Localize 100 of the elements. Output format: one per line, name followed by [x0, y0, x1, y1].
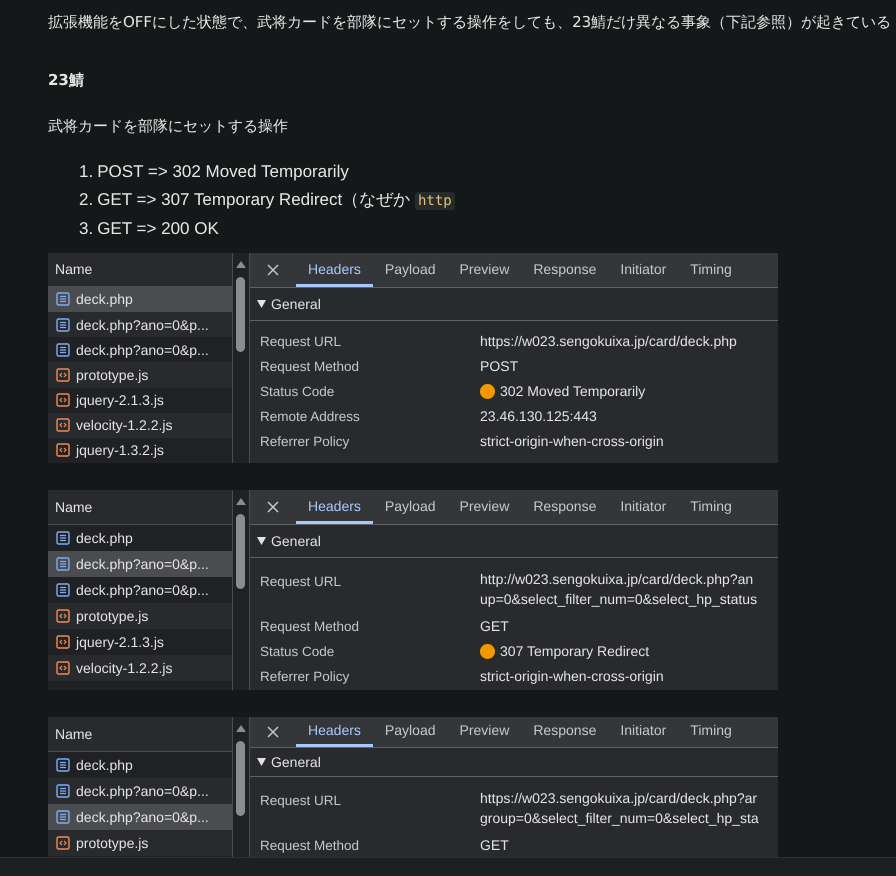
- tab[interactable]: Preview: [448, 253, 522, 287]
- header-value: GET: [480, 617, 509, 636]
- section-header[interactable]: General: [250, 525, 778, 558]
- tab[interactable]: Initiator: [608, 253, 678, 287]
- tab[interactable]: Response: [521, 717, 608, 747]
- expand-triangle-icon: [257, 537, 266, 545]
- close-icon[interactable]: [266, 724, 280, 739]
- header-name: Request URL: [260, 333, 342, 351]
- document-icon: [56, 758, 70, 772]
- header-name: Referrer Policy: [260, 433, 350, 451]
- expand-triangle-icon: [257, 300, 266, 308]
- request-row[interactable]: jquery-1.3.2.js: [48, 438, 232, 463]
- header-name: Remote Address: [260, 408, 361, 426]
- scroll-up-arrow-icon[interactable]: [235, 259, 247, 269]
- document-icon: [56, 342, 70, 357]
- request-row[interactable]: deck.php: [48, 525, 232, 551]
- section-header[interactable]: General: [250, 748, 778, 777]
- request-row[interactable]: jquery-2.1.3.js: [48, 388, 232, 413]
- close-icon[interactable]: [266, 263, 280, 277]
- list-item: 2. GET => 307 Temporary Redirect（なぜか http: [79, 186, 896, 215]
- tab[interactable]: Timing: [678, 490, 744, 524]
- tab[interactable]: Headers: [296, 490, 373, 524]
- column-header: Name: [48, 717, 232, 752]
- tab[interactable]: Timing: [678, 253, 744, 287]
- code-file-icon: [56, 393, 70, 408]
- tab[interactable]: Payload: [372, 490, 448, 524]
- document-icon: [56, 810, 70, 824]
- header-name: Referrer Policy: [260, 668, 350, 686]
- paragraph: 武将カードを部隊にセットする操作: [48, 116, 289, 137]
- scrollbar-thumb[interactable]: [236, 741, 245, 816]
- expand-triangle-icon: [257, 758, 266, 766]
- header-value: https://w023.sengokuixa.jp/card/deck.php?ar group=0&select_filter_num=0&select_hp_sta: [480, 789, 759, 828]
- request-row[interactable]: prototype.js: [48, 362, 232, 388]
- request-row[interactable]: deck.php?ano=0&p...: [48, 577, 232, 603]
- code-file-icon: [56, 609, 70, 623]
- tab[interactable]: Headers: [296, 253, 373, 287]
- list-item: 1. POST => 302 Moved Temporarily: [79, 161, 350, 183]
- header-name: Status Code: [260, 383, 336, 401]
- scroll-up-arrow-icon[interactable]: [235, 723, 247, 733]
- header-name: Status Code: [260, 643, 336, 661]
- tab[interactable]: Preview: [448, 717, 522, 747]
- column-header: Name: [48, 253, 232, 287]
- request-row[interactable]: deck.php: [48, 752, 232, 778]
- header-value: 302 Moved Temporarily: [500, 382, 646, 401]
- header-value: GET: [480, 836, 509, 855]
- tab[interactable]: Headers: [296, 717, 373, 747]
- tab[interactable]: Initiator: [608, 717, 678, 747]
- request-row[interactable]: deck.php?ano=0&p...: [48, 337, 232, 362]
- scrollbar-thumb[interactable]: [236, 514, 245, 589]
- scrollbar[interactable]: [233, 717, 250, 858]
- code-file-icon: [56, 443, 70, 458]
- scrollbar[interactable]: [233, 490, 250, 690]
- tab[interactable]: Response: [521, 490, 608, 524]
- tab[interactable]: Payload: [372, 717, 448, 747]
- section-header[interactable]: General: [250, 288, 778, 321]
- header-value: strict-origin-when-cross-origin: [480, 432, 664, 451]
- heading: 23鯖: [48, 70, 85, 91]
- code-file-icon: [56, 418, 70, 432]
- header-value: strict-origin-when-cross-origin: [480, 667, 664, 686]
- request-row[interactable]: jquery-2.1.3.js: [48, 629, 232, 655]
- header-value: http://w023.sengokuixa.jp/card/deck.php?an up=0&select_filter_num=0&select_hp_status: [480, 570, 758, 609]
- request-row[interactable]: deck.php?ano=0&p...: [48, 312, 232, 338]
- request-row[interactable]: velocity-1.2.2.js: [48, 412, 232, 438]
- scroll-up-arrow-icon[interactable]: [235, 496, 247, 506]
- request-row[interactable]: prototype.js: [48, 603, 232, 629]
- scrollbar[interactable]: [233, 253, 250, 463]
- request-row[interactable]: velocity-1.2.2.js: [48, 655, 232, 681]
- code-file-icon: [56, 836, 70, 850]
- close-icon[interactable]: [266, 500, 280, 514]
- header-value: 23.46.130.125:443: [480, 407, 597, 426]
- tab[interactable]: Timing: [678, 717, 744, 747]
- request-row[interactable]: deck.php?ano=0&p...: [48, 804, 232, 830]
- header-name: Request Method: [260, 837, 360, 855]
- code-file-icon: [56, 635, 70, 649]
- list-item: 3. GET => 200 OK: [79, 218, 220, 240]
- document-icon: [56, 318, 70, 332]
- document-icon: [56, 583, 70, 597]
- document-icon: [56, 784, 70, 798]
- header-value: 307 Temporary Redirect: [500, 642, 650, 661]
- tab[interactable]: Preview: [448, 490, 522, 524]
- paragraph: 拡張機能をOFFにした状態で、武将カードを部隊にセットする操作をしても、23鯖だけ異なる事象（下記参照）が起きている: [48, 12, 892, 33]
- code-file-icon: [56, 661, 70, 675]
- document-icon: [56, 531, 70, 545]
- tab[interactable]: Payload: [372, 253, 448, 287]
- request-row[interactable]: deck.php: [48, 286, 232, 312]
- header-name: Request URL: [260, 792, 342, 810]
- request-row[interactable]: deck.php?ano=0&p...: [48, 551, 232, 577]
- header-name: Request Method: [260, 618, 360, 636]
- request-row[interactable]: deck.php?ano=0&p...: [48, 778, 232, 804]
- header-name: Request URL: [260, 573, 342, 591]
- column-header: Name: [48, 490, 232, 525]
- document-icon: [56, 292, 70, 306]
- tab[interactable]: Response: [521, 253, 608, 287]
- request-row[interactable]: prototype.js: [48, 830, 232, 856]
- code-file-icon: [56, 368, 70, 382]
- header-value: POST: [480, 357, 518, 376]
- document-icon: [56, 557, 70, 571]
- scrollbar-thumb[interactable]: [236, 277, 245, 352]
- header-value: https://w023.sengokuixa.jp/card/deck.php: [480, 332, 737, 351]
- tab[interactable]: Initiator: [608, 490, 678, 524]
